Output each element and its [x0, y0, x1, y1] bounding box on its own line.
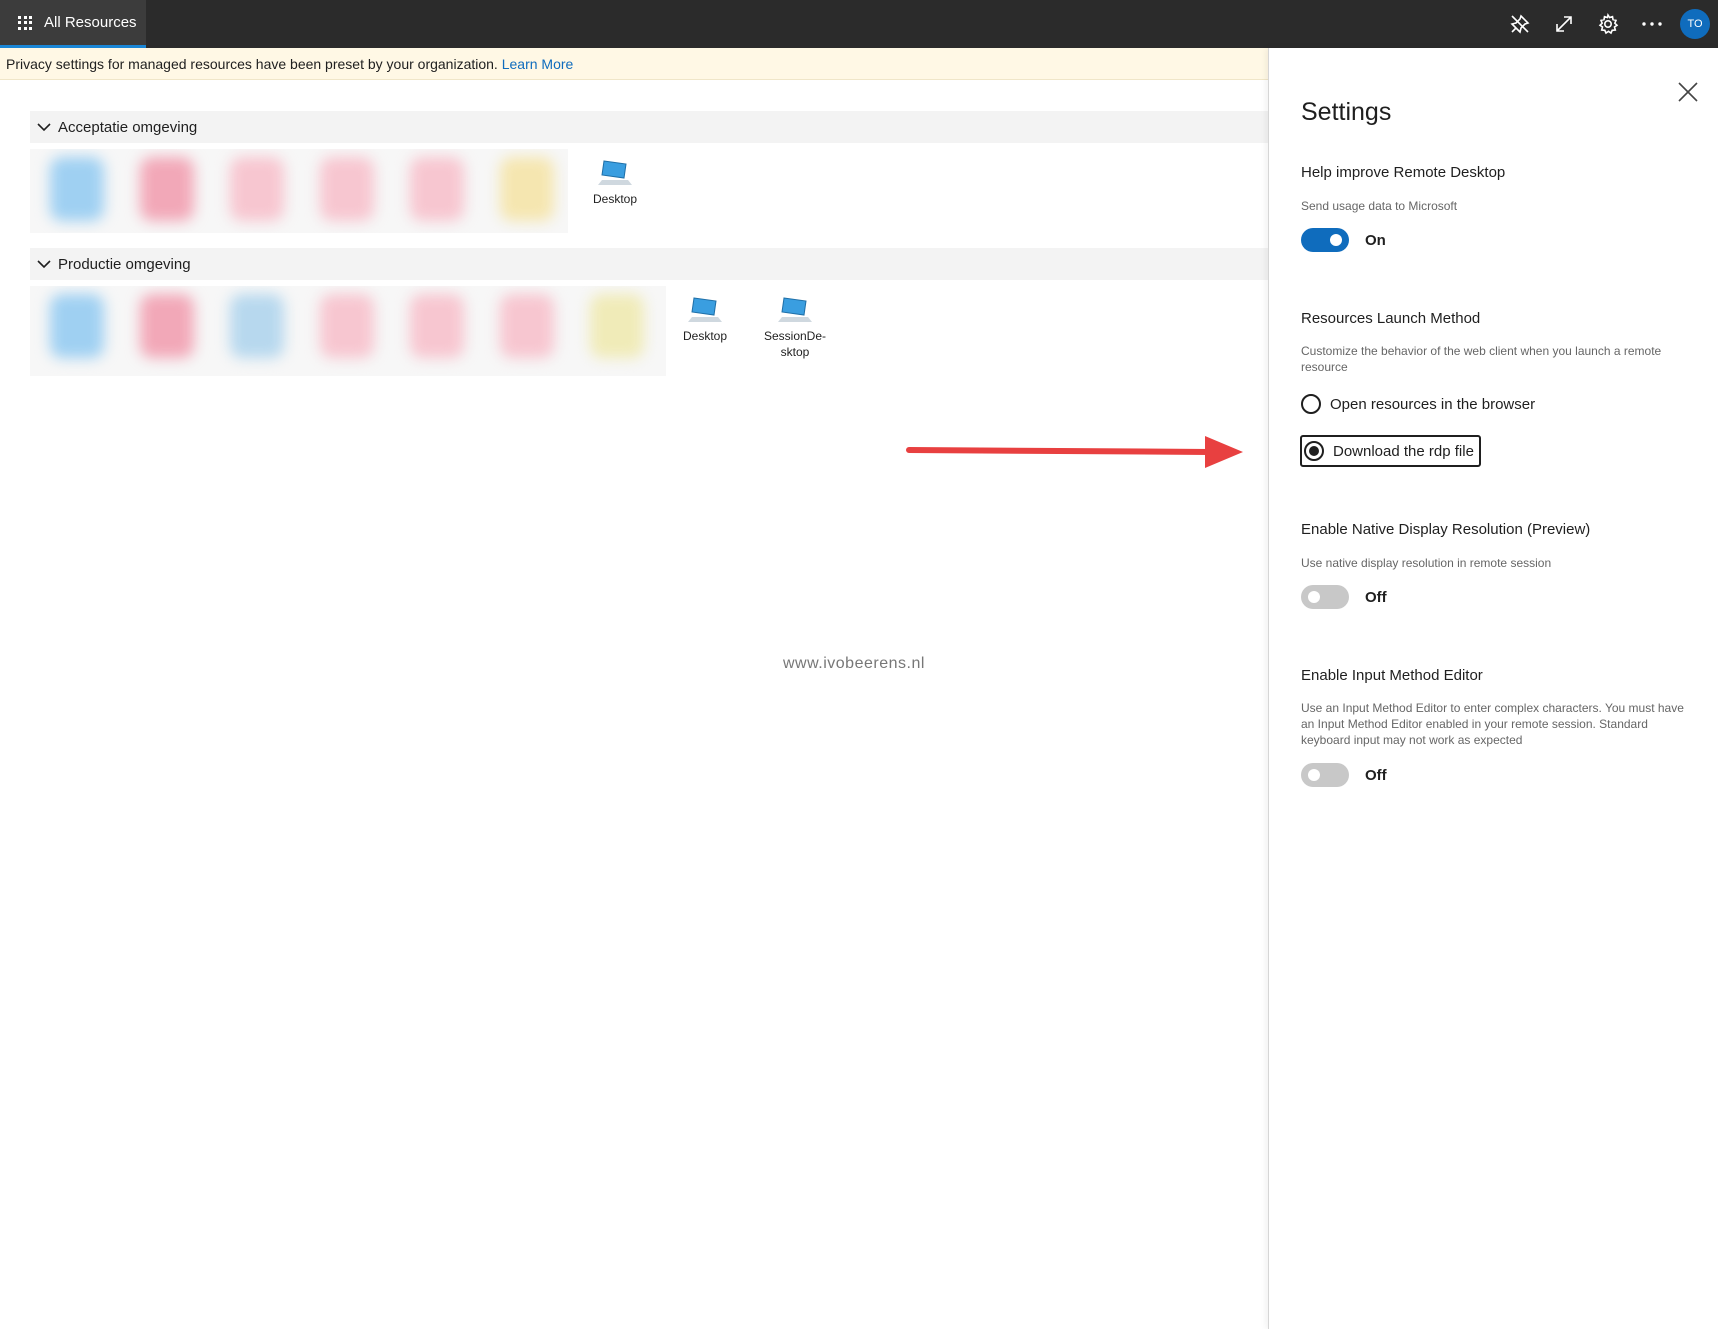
- settings-button[interactable]: [1586, 0, 1630, 48]
- user-avatar[interactable]: TO: [1680, 9, 1710, 39]
- more-icon: [1642, 22, 1662, 26]
- radio-label: Open resources in the browser: [1330, 395, 1536, 413]
- radio-open-in-browser[interactable]: Open resources in the browser: [1301, 394, 1535, 414]
- all-resources-label: All Resources: [44, 14, 137, 31]
- resource-sessiondesktop[interactable]: SessionDe- sktop: [750, 295, 840, 359]
- radio-download-rdp[interactable]: Download the rdp file: [1300, 435, 1481, 467]
- desktop-icon: [598, 160, 632, 185]
- resource-label: Desktop: [592, 192, 638, 206]
- toggle-switch[interactable]: [1301, 585, 1349, 609]
- group-header-acceptatie[interactable]: Acceptatie omgeving: [30, 111, 1268, 143]
- native-resolution-toggle[interactable]: Off: [1301, 585, 1387, 609]
- native-resolution-description: Use native display resolution in remote …: [1301, 556, 1552, 570]
- desktop-icon: [688, 297, 722, 322]
- radio-label: Download the rdp file: [1333, 442, 1474, 460]
- chevron-down-icon: [37, 123, 51, 132]
- gear-icon: [1598, 13, 1619, 35]
- blurred-resources-productie: [30, 286, 666, 376]
- chevron-down-icon: [37, 260, 51, 269]
- ime-title: Enable Input Method Editor: [1301, 667, 1483, 684]
- settings-panel: Settings Help improve Remote Desktop Sen…: [1268, 48, 1718, 1329]
- ime-description: Use an Input Method Editor to enter comp…: [1301, 701, 1684, 747]
- native-resolution-title: Enable Native Display Resolution (Previe…: [1301, 521, 1591, 538]
- top-bar-actions: TO: [1498, 0, 1718, 48]
- toggle-state-label: On: [1365, 231, 1386, 249]
- toggle-switch[interactable]: [1301, 228, 1349, 252]
- privacy-banner: Privacy settings for managed resources h…: [0, 48, 1268, 80]
- expand-icon: [1556, 16, 1572, 32]
- toggle-state-label: Off: [1365, 766, 1387, 784]
- resource-label-line1: SessionDe-: [763, 329, 827, 343]
- learn-more-link[interactable]: Learn More: [502, 56, 574, 72]
- resource-desktop-acceptatie[interactable]: Desktop: [570, 158, 660, 206]
- pin-off-icon: [1510, 14, 1530, 34]
- annotation-arrow: [906, 436, 1243, 468]
- group-title: Acceptatie omgeving: [58, 118, 198, 136]
- close-icon[interactable]: [1676, 80, 1700, 104]
- resource-label-line2: sktop: [780, 345, 810, 359]
- usage-data-toggle[interactable]: On: [1301, 228, 1386, 252]
- radio-button[interactable]: [1301, 394, 1321, 414]
- ime-toggle[interactable]: Off: [1301, 763, 1387, 787]
- launch-method-title: Resources Launch Method: [1301, 310, 1481, 327]
- group-header-productie[interactable]: Productie omgeving: [30, 248, 1268, 280]
- settings-title: Settings: [1301, 98, 1392, 126]
- watermark-text: www.ivobeerens.nl: [783, 655, 925, 672]
- help-improve-title: Help improve Remote Desktop: [1301, 164, 1506, 181]
- group-title: Productie omgeving: [58, 255, 191, 273]
- top-bar: All Resources TO: [0, 0, 1718, 48]
- privacy-banner-text: Privacy settings for managed resources h…: [6, 56, 498, 72]
- app-launcher-icon: [18, 15, 32, 30]
- toggle-state-label: Off: [1365, 588, 1387, 606]
- all-resources-tab[interactable]: All Resources: [0, 0, 146, 48]
- radio-button[interactable]: [1304, 441, 1324, 461]
- toggle-switch[interactable]: [1301, 763, 1349, 787]
- launch-method-description: Customize the behavior of the web client…: [1301, 344, 1662, 374]
- desktop-icon: [778, 297, 812, 322]
- unpin-button[interactable]: [1498, 0, 1542, 48]
- resource-desktop-productie[interactable]: Desktop: [660, 295, 750, 343]
- resource-label: Desktop: [682, 329, 728, 343]
- blurred-resources-acceptatie: [30, 149, 568, 233]
- fullscreen-button[interactable]: [1542, 0, 1586, 48]
- help-improve-description: Send usage data to Microsoft: [1301, 199, 1458, 213]
- more-options-button[interactable]: [1630, 0, 1674, 48]
